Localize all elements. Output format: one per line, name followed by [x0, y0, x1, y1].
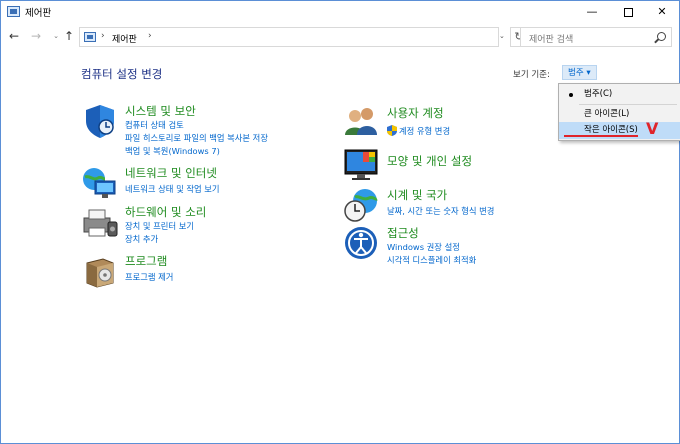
- menu-item-category[interactable]: 범주(C): [559, 86, 680, 103]
- link-network-status[interactable]: 네트워크 상태 및 작업 보기: [125, 183, 220, 195]
- search-input[interactable]: 제어판 검색: [520, 27, 672, 47]
- link-change-date-time-format[interactable]: 날짜, 시간 또는 숫자 형식 변경: [387, 205, 494, 217]
- menu-item-label: 큰 아이콘(L): [584, 109, 630, 119]
- network-globe-icon[interactable]: [81, 165, 119, 201]
- back-arrow-icon[interactable]: ←: [7, 28, 21, 44]
- up-arrow-icon[interactable]: ↑: [62, 28, 76, 44]
- category-title[interactable]: 시스템 및 보안: [125, 103, 196, 119]
- clock-globe-icon[interactable]: [343, 187, 381, 223]
- category-clock-region: 시계 및 국가 날짜, 시간 또는 숫자 형식 변경: [343, 187, 543, 223]
- link-backup-restore[interactable]: 백업 및 복원(Windows 7): [125, 145, 220, 157]
- address-dropdown-icon[interactable]: ⌄: [499, 32, 505, 40]
- category-user-accounts: 사용자 계정 계정 유형 변경: [343, 105, 543, 141]
- category-hardware-sound: 하드웨어 및 소리 장치 및 프린터 보기 장치 추가: [81, 204, 341, 244]
- link-add-device[interactable]: 장치 추가: [125, 233, 158, 245]
- forward-arrow-icon[interactable]: →: [29, 28, 43, 44]
- category-title[interactable]: 접근성: [387, 225, 419, 241]
- link-uninstall-program[interactable]: 프로그램 제거: [125, 271, 173, 283]
- printer-hardware-icon[interactable]: [81, 204, 119, 240]
- page-title: 컴퓨터 설정 변경: [81, 67, 163, 81]
- control-panel-small-icon: [84, 32, 96, 42]
- search-placeholder: 제어판 검색: [529, 35, 574, 45]
- breadcrumb-chevron-icon[interactable]: ›: [148, 31, 152, 41]
- view-by-menu: 범주(C) 큰 아이콘(L) 작은 아이콘(S): [558, 83, 680, 141]
- category-title[interactable]: 시계 및 국가: [387, 187, 447, 203]
- user-accounts-icon[interactable]: [343, 105, 381, 141]
- category-title[interactable]: 프로그램: [125, 253, 167, 269]
- annotation-underline: [564, 135, 638, 137]
- menu-item-label: 작은 아이콘(S): [584, 125, 638, 135]
- category-title[interactable]: 네트워크 및 인터넷: [125, 165, 217, 181]
- annotation-checkmark: V: [646, 119, 659, 138]
- title-bar: 제어판 — ✕: [1, 1, 679, 23]
- link-file-history-backup[interactable]: 파일 히스토리로 파일의 백업 복사본 저장: [125, 132, 268, 144]
- category-title[interactable]: 하드웨어 및 소리: [125, 204, 206, 220]
- breadcrumb-chevron-icon[interactable]: ›: [101, 31, 105, 41]
- appearance-monitor-icon[interactable]: [343, 146, 381, 182]
- category-title[interactable]: 모양 및 개인 설정: [387, 153, 472, 169]
- view-by-label: 보기 기준:: [513, 70, 550, 80]
- menu-item-large-icons[interactable]: 큰 아이콘(L): [559, 106, 680, 123]
- shield-security-icon[interactable]: [81, 103, 119, 139]
- category-appearance-personalization: 모양 및 개인 설정: [343, 146, 543, 182]
- control-panel-icon: [7, 6, 20, 17]
- category-ease-of-access: 접근성 Windows 권장 설정 시각적 디스플레이 최적화: [343, 225, 543, 265]
- category-title[interactable]: 사용자 계정: [387, 105, 444, 121]
- search-icon[interactable]: [657, 32, 666, 41]
- category-programs: 프로그램 프로그램 제거: [81, 253, 341, 289]
- selected-bullet-icon: [569, 93, 573, 97]
- maximize-button[interactable]: [611, 1, 645, 23]
- link-optimize-visual-display[interactable]: 시각적 디스플레이 최적화: [387, 254, 476, 266]
- link-devices-printers[interactable]: 장치 및 프린터 보기: [125, 220, 194, 232]
- category-system-security: 시스템 및 보안 컴퓨터 상태 검토 파일 히스토리로 파일의 백업 복사본 저…: [81, 103, 341, 157]
- minimize-button[interactable]: —: [575, 1, 609, 23]
- close-button[interactable]: ✕: [645, 1, 679, 23]
- navigation-bar: ← → ⌄ ↑ › 제어판 › ⌄ ↻ 제어판 검색: [1, 25, 679, 47]
- recent-locations-dropdown-icon[interactable]: ⌄: [49, 28, 63, 44]
- breadcrumb-item-control-panel[interactable]: 제어판: [112, 32, 137, 45]
- uac-shield-icon: [387, 125, 397, 136]
- programs-box-icon[interactable]: [81, 253, 119, 289]
- address-bar[interactable]: › 제어판 ›: [79, 27, 499, 47]
- menu-separator: [579, 104, 677, 105]
- view-by-dropdown[interactable]: 범주 ▾: [562, 65, 597, 80]
- window-title: 제어판: [25, 8, 52, 19]
- control-panel-window: 제어판 — ✕ ← → ⌄ ↑ › 제어판 › ⌄ ↻ 제어판 검색 컴퓨터 설…: [0, 0, 680, 444]
- link-review-computer-status[interactable]: 컴퓨터 상태 검토: [125, 119, 184, 131]
- link-change-account-type[interactable]: 계정 유형 변경: [399, 125, 450, 137]
- menu-item-label: 범주(C): [584, 89, 613, 99]
- link-windows-recommended-settings[interactable]: Windows 권장 설정: [387, 241, 460, 253]
- maximize-icon: [623, 7, 633, 17]
- ease-of-access-icon[interactable]: [343, 225, 381, 261]
- category-network-internet: 네트워크 및 인터넷 네트워크 상태 및 작업 보기: [81, 165, 341, 201]
